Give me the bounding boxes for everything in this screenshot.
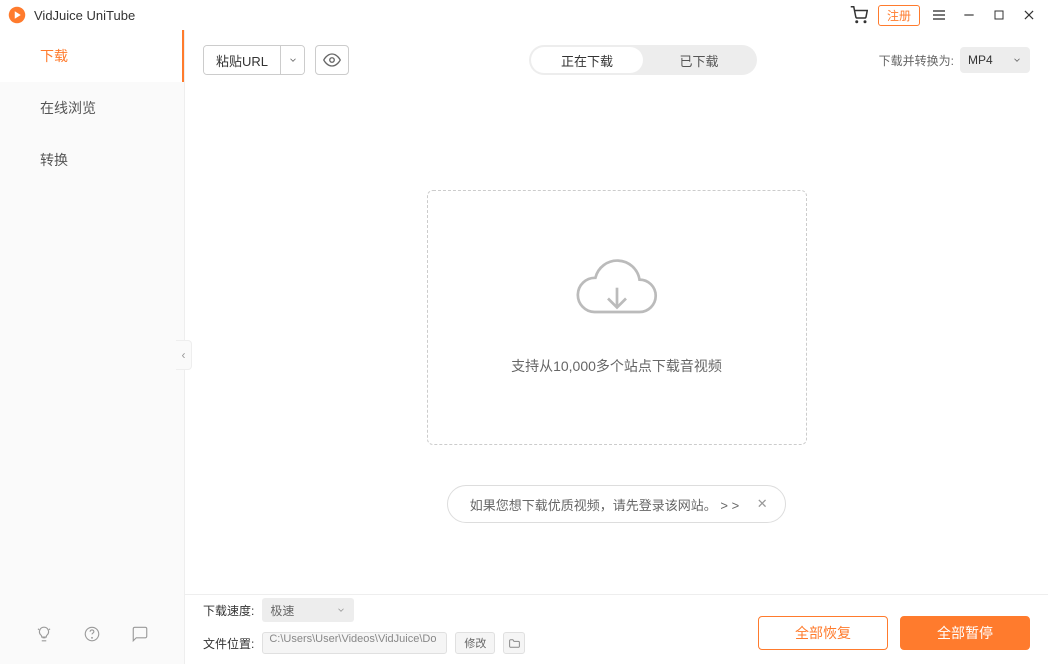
convert-format-select[interactable]: MP4: [960, 47, 1030, 73]
drop-zone[interactable]: 支持从10,000多个站点下载音视频: [427, 190, 807, 445]
maximize-icon[interactable]: [988, 4, 1010, 26]
minimize-icon[interactable]: [958, 4, 980, 26]
sidebar-item-label: 转换: [40, 150, 68, 170]
sidebar-item-convert[interactable]: 转换: [0, 134, 184, 186]
save-path-field[interactable]: C:\Users\User\Videos\VidJuice\Do: [262, 632, 447, 654]
close-icon[interactable]: [1018, 4, 1040, 26]
hint-text: 如果您想下载优质视频，请先登录该网站。 > >: [470, 495, 739, 514]
open-folder-icon[interactable]: [503, 632, 525, 654]
app-logo-icon: [8, 6, 26, 24]
sidebar-item-download[interactable]: 下载: [0, 30, 184, 82]
speed-select[interactable]: 极速: [262, 598, 354, 622]
pause-all-button[interactable]: 全部暂停: [900, 616, 1030, 650]
monitor-clipboard-button[interactable]: [315, 45, 349, 75]
login-hint[interactable]: 如果您想下载优质视频，请先登录该网站。 > > ✕: [447, 485, 786, 523]
app-title: VidJuice UniTube: [34, 8, 848, 23]
path-label: 文件位置:: [203, 635, 254, 652]
modify-path-button[interactable]: 修改: [455, 632, 495, 654]
cart-icon[interactable]: [848, 4, 870, 26]
paste-url-dropdown[interactable]: [280, 46, 304, 74]
sidebar: 下载 在线浏览 转换 ‹: [0, 30, 185, 664]
register-button[interactable]: 注册: [878, 5, 920, 26]
help-icon[interactable]: [83, 625, 101, 646]
feedback-icon[interactable]: [131, 625, 149, 646]
tab-downloading[interactable]: 正在下载: [531, 47, 643, 73]
close-hint-icon[interactable]: ✕: [753, 495, 771, 513]
sidebar-item-label: 在线浏览: [40, 98, 96, 118]
lightbulb-icon[interactable]: [35, 625, 53, 646]
sidebar-item-label: 下载: [40, 46, 68, 66]
speed-label: 下载速度:: [203, 602, 254, 619]
resume-all-button[interactable]: 全部恢复: [758, 616, 888, 650]
drop-zone-text: 支持从10,000多个站点下载音视频: [511, 356, 722, 376]
tab-downloaded[interactable]: 已下载: [643, 47, 755, 73]
sidebar-item-browse[interactable]: 在线浏览: [0, 82, 184, 134]
paste-url-button[interactable]: 粘贴URL: [204, 46, 280, 74]
cloud-download-icon: [572, 259, 662, 332]
convert-label: 下载并转换为:: [879, 52, 954, 69]
menu-icon[interactable]: [928, 4, 950, 26]
